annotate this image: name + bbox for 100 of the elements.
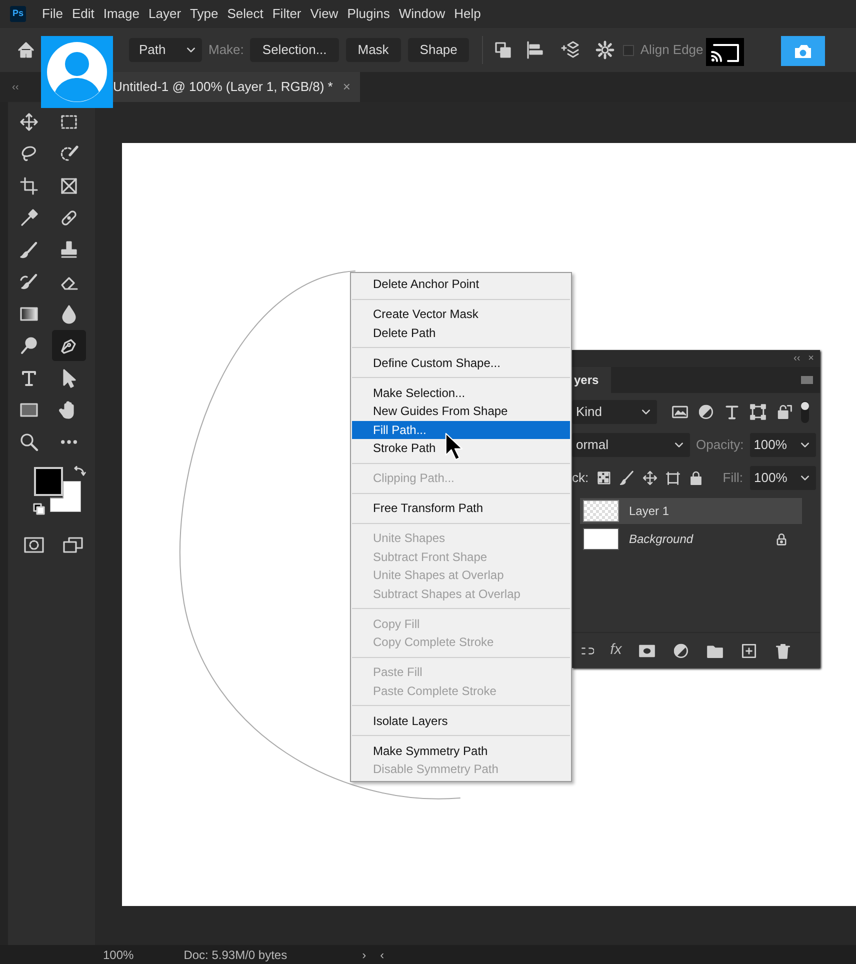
stamp-icon [59,240,79,260]
make-button[interactable]: Selection... [250,38,339,62]
make-label: Make: [208,41,244,60]
chevron-icon [674,440,684,450]
menu-item[interactable]: New Guides From Shape [352,402,570,420]
close-panel-button[interactable]: × [808,351,814,366]
drop-icon [59,304,79,324]
filter-dropdown[interactable]: Kind [572,400,657,424]
lock-icon[interactable] [688,470,704,486]
screen-mode-icon[interactable] [62,535,84,555]
shape-filter-icon[interactable] [749,403,767,421]
make-button[interactable]: Shape [408,38,470,62]
layers-tab[interactable]: yers [572,367,611,393]
menu-item[interactable]: Edit [72,4,102,24]
path-operations-icon[interactable] [493,40,514,60]
layer-row[interactable]: Background [580,526,802,552]
menu-item[interactable]: Free Transform Path [352,499,570,518]
layer-thumbnail [583,500,619,522]
menu-item: Copy Complete Stroke [372,634,495,651]
menu-item[interactable]: Layer [148,4,190,24]
avatar-icon [41,36,113,108]
menu-item: Disable Symmetry Path [372,761,500,778]
collapse-toggle[interactable]: ‹‹ [12,80,19,94]
align-icon[interactable] [525,40,546,60]
menu-item[interactable]: Make Symmetry Path [352,742,570,760]
menu-item[interactable]: Delete Path [352,324,570,342]
chevron-icon [186,45,196,55]
arrange-icon[interactable] [559,40,582,60]
brush-icon [19,240,39,260]
image-filter-icon[interactable] [671,403,689,421]
menu-item[interactable]: Create Vector Mask [352,305,570,324]
menu-item: Unite Shapes [372,530,446,547]
layer-name: Background [629,531,694,548]
make-button[interactable]: Mask [346,38,401,62]
smart-object-filter-icon[interactable] [775,403,793,421]
menu-item[interactable]: Fill Path... [352,420,570,439]
mode-dropdown[interactable]: Path [129,38,202,62]
new-layer-icon[interactable] [740,642,758,660]
fill-field[interactable]: 100% [750,466,816,490]
chevron-icon [800,473,810,483]
menu-item[interactable]: View [310,4,346,24]
layer-name: Layer 1 [629,503,670,520]
quick-selection-icon [59,144,79,164]
collapse-panel-button[interactable]: ‹‹ [793,351,800,366]
menu-item[interactable]: Stroke Path [352,439,570,458]
crop-icon [19,176,39,196]
type-filter-icon[interactable] [723,403,741,421]
pen-tool-button[interactable] [52,330,86,361]
lock-paint-icon[interactable] [618,470,635,486]
menu-item[interactable]: Help [454,4,489,24]
swap-icon[interactable] [74,463,86,477]
next-arrow[interactable]: › [362,946,366,964]
menu-item[interactable]: Filter [272,4,310,24]
settings-icon[interactable] [595,40,616,60]
lock-pixels-icon[interactable] [596,470,612,486]
menu-item[interactable]: Type [190,4,226,24]
filter-toggle[interactable] [801,401,809,423]
eyedropper-icon [19,208,39,228]
menu-item: Unite Shapes at Overlap [372,567,505,584]
foreground-color-swatch[interactable] [34,467,63,496]
menu-item[interactable]: Select [227,4,272,24]
trash-icon[interactable] [774,642,792,660]
home-icon[interactable] [16,40,36,60]
default-colors-icon[interactable] [33,503,45,515]
menu-item: Paste Complete Stroke [372,682,498,700]
app-logo[interactable]: Ps [10,6,26,22]
fill-label: Fill: [722,469,743,488]
blend-mode-dropdown[interactable]: ormal [572,433,690,457]
lock-artboard-icon[interactable] [664,470,681,486]
menu-item[interactable]: File [42,4,71,24]
camera-icon [792,42,814,60]
menu-item[interactable]: Make Selection... [352,384,570,402]
close-tab-button[interactable]: × [342,77,350,97]
menu-item[interactable]: Delete Anchor Point [352,275,570,294]
align-edges-checkbox[interactable] [623,44,634,56]
menu-item[interactable]: Window [398,4,454,24]
document-tab[interactable]: Untitled-1 @ 100% (Layer 1, RGB/8) * × [113,72,360,102]
adjustment-icon[interactable] [672,642,690,660]
lasso-icon [19,144,39,164]
menu-item[interactable]: Image [103,4,148,24]
menu-item[interactable]: Isolate Layers [352,712,570,730]
layer-row[interactable]: Layer 1 [580,498,802,524]
menu-item: Subtract Front Shape [372,548,488,566]
zoom-level: 100% [103,946,134,964]
lock-label: ck: [572,469,589,488]
cast-icon [706,38,744,66]
menu-item[interactable]: Define Custom Shape... [352,354,570,372]
menu-item[interactable]: Plugins [347,4,398,24]
panel-menu-icon[interactable] [800,373,814,387]
dodge-icon [19,336,39,356]
background-color-swatch[interactable] [50,481,81,512]
camera-button[interactable] [781,36,825,66]
layer-style-button[interactable]: fx [610,639,622,662]
chevron-icon [641,407,651,417]
previous-arrow[interactable]: ‹ [380,946,384,964]
opacity-field[interactable]: 100% [750,433,816,457]
quick-mask-icon[interactable] [24,535,44,555]
lock-move-icon[interactable] [642,470,658,486]
layer-thumbnail [583,528,619,550]
adjustment-filter-icon[interactable] [697,403,715,421]
